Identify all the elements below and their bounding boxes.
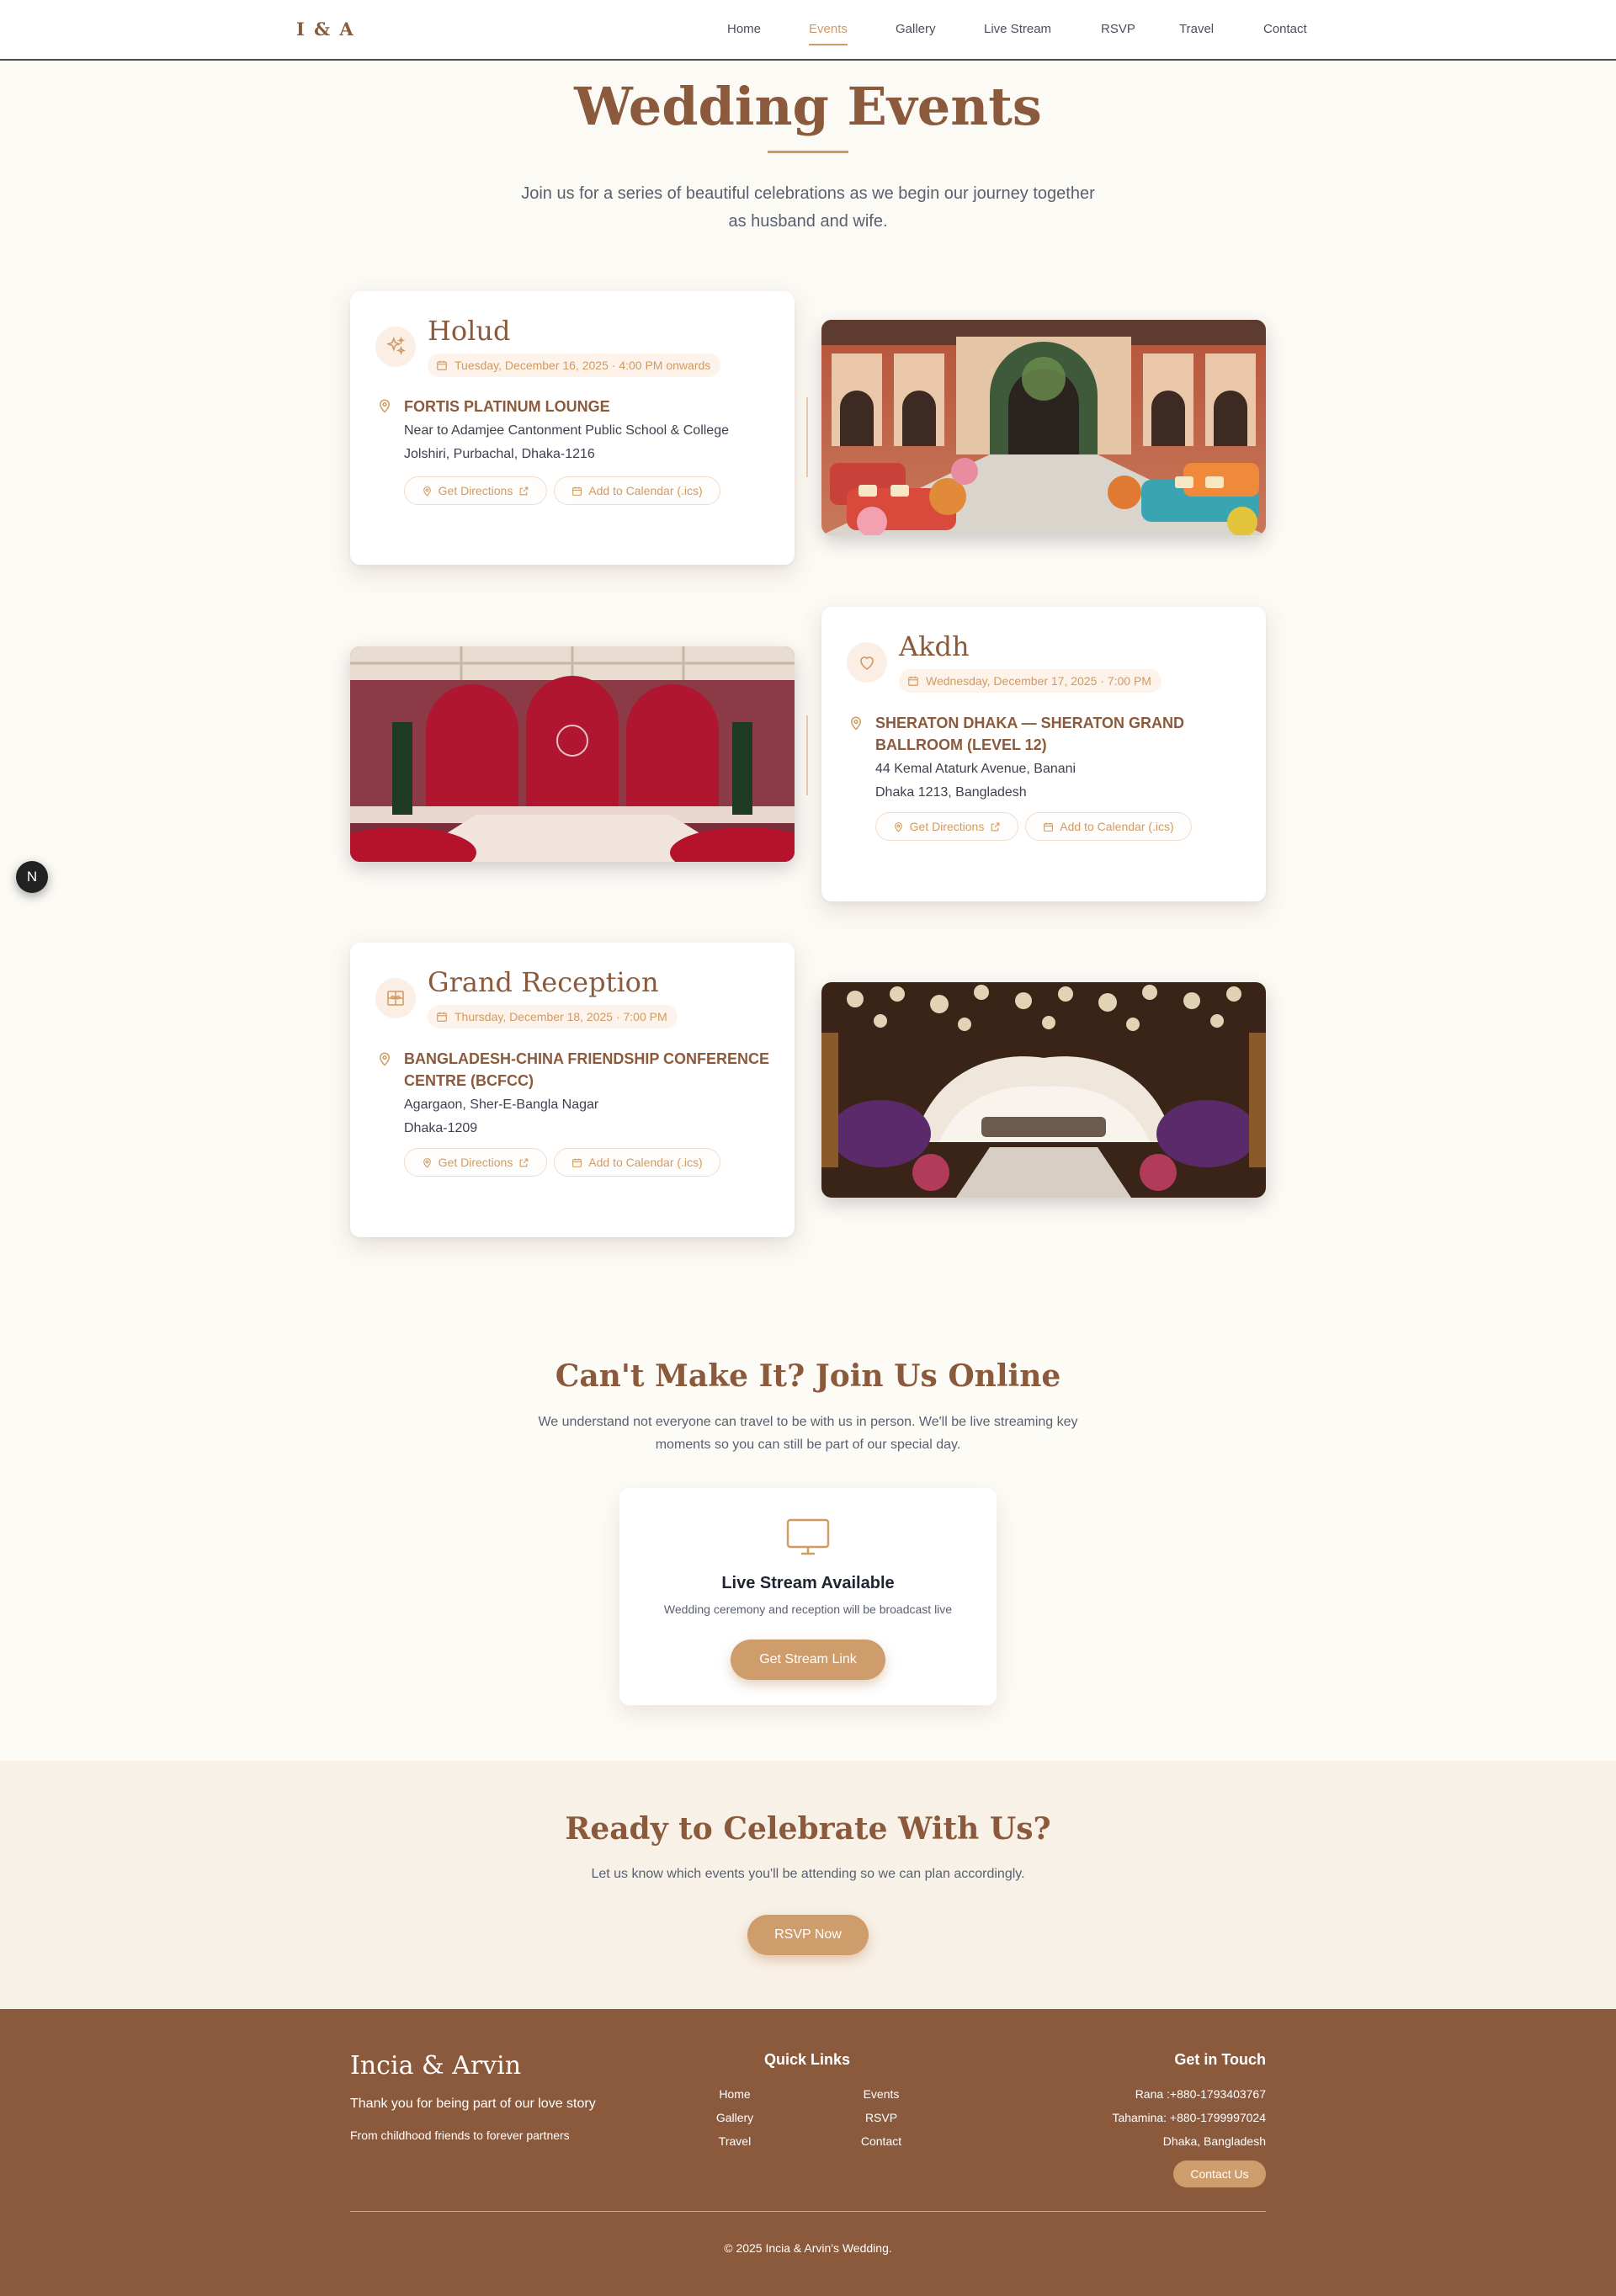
footer-tagline: Thank you for being part of our love sto… xyxy=(350,2097,596,2111)
quick-links-title: Quick Links xyxy=(764,2051,851,2068)
event-address-line1: 44 Kemal Ataturk Avenue, Banani xyxy=(875,762,1076,776)
footer-tagline-secondary: From childhood friends to forever partne… xyxy=(350,2129,570,2142)
footer-link-travel[interactable]: Travel xyxy=(684,2134,785,2148)
nav-link-gallery[interactable]: Gallery xyxy=(896,22,936,36)
copyright: © 2025 Incia & Arvin's Wedding. xyxy=(724,2241,892,2255)
live-stream-section: Can't Make It? Join Us Online We underst… xyxy=(0,1291,1616,1761)
nav-link-home[interactable]: Home xyxy=(727,22,761,36)
event-date-badge: Tuesday, December 16, 2025 · 4:00 PM onw… xyxy=(428,353,721,377)
timeline-connector xyxy=(806,715,808,795)
heart-icon xyxy=(847,642,887,683)
calendar-icon xyxy=(437,1012,447,1022)
contact-title: Get in Touch xyxy=(1174,2051,1266,2068)
calendar-icon xyxy=(572,486,582,496)
event-venue: FORTIS PLATINUM LOUNGE xyxy=(404,398,610,415)
cta-title: Ready to Celebrate With Us? xyxy=(565,1811,1051,1847)
get-directions-button[interactable]: Get Directions xyxy=(875,812,1018,841)
calendar-icon xyxy=(437,360,447,370)
get-stream-link-button[interactable]: Get Stream Link xyxy=(731,1640,885,1680)
rsvp-now-button[interactable]: RSVP Now xyxy=(747,1915,869,1955)
event-date-badge: Thursday, December 18, 2025 · 7:00 PM xyxy=(428,1005,678,1028)
floating-dev-badge[interactable]: N xyxy=(16,861,48,893)
event-venue: BANGLADESH-CHINA FRIENDSHIP CONFERENCE C… xyxy=(404,1050,770,1089)
nav-link-events[interactable]: Events xyxy=(809,22,848,45)
get-directions-button[interactable]: Get Directions xyxy=(404,476,547,505)
sparkles-icon xyxy=(375,327,416,367)
event-card-akdh: Akdh Wednesday, December 17, 2025 · 7:00… xyxy=(821,607,1266,901)
event-card-grand-reception: Grand Reception Thursday, December 18, 2… xyxy=(350,943,795,1237)
add-to-calendar-button[interactable]: Add to Calendar (.ics) xyxy=(554,1148,720,1177)
active-nav-underline xyxy=(809,44,848,45)
footer-link-contact[interactable]: Contact xyxy=(831,2134,932,2148)
event-address-line1: Near to Adamjee Cantonment Public School… xyxy=(404,423,729,438)
event-address-line2: Jolshiri, Purbachal, Dhaka-1216 xyxy=(404,447,595,461)
contact-phone-tahamina[interactable]: Tahamina: +880-1799997024 xyxy=(1112,2111,1266,2124)
calendar-icon xyxy=(908,676,918,686)
map-pin-icon xyxy=(894,821,902,832)
event-address-line1: Agargaon, Sher-E-Bangla Nagar xyxy=(404,1098,599,1112)
contact-phone-rana[interactable]: Rana :+880-1793403767 xyxy=(1135,2087,1266,2101)
live-stream-card: Live Stream Available Wedding ceremony a… xyxy=(619,1488,997,1705)
live-card-subtitle: Wedding ceremony and reception will be b… xyxy=(663,1602,953,1616)
footer-brand: Incia & Arvin xyxy=(350,2051,522,2081)
external-link-icon xyxy=(519,1158,529,1167)
nav-link-live-stream[interactable]: Live Stream xyxy=(984,22,1051,36)
holud-venue-photo xyxy=(821,320,1266,535)
map-pin-icon xyxy=(423,1157,431,1168)
contact-us-button[interactable]: Contact Us xyxy=(1173,2160,1266,2187)
gift-icon xyxy=(375,978,416,1018)
akdh-venue-photo xyxy=(350,646,795,862)
rsvp-cta-section: Ready to Celebrate With Us? Let us know … xyxy=(0,1761,1616,2009)
cta-subtitle: Let us know which events you'll be atten… xyxy=(591,1867,1025,1881)
event-address-line2: Dhaka-1209 xyxy=(404,1121,478,1135)
footer-link-events[interactable]: Events xyxy=(831,2087,932,2101)
calendar-icon xyxy=(572,1158,582,1167)
event-venue: SHERATON DHAKA — SHERATON GRAND BALLROOM… xyxy=(875,715,1185,753)
footer-divider xyxy=(350,2211,1266,2212)
event-date-badge: Wednesday, December 17, 2025 · 7:00 PM xyxy=(899,669,1162,693)
title-divider xyxy=(768,151,848,153)
footer-link-home[interactable]: Home xyxy=(684,2087,785,2101)
live-section-subtitle: We understand not everyone can travel to… xyxy=(538,1415,1078,1452)
event-date: Tuesday, December 16, 2025 · 4:00 PM onw… xyxy=(454,359,711,372)
add-to-calendar-button[interactable]: Add to Calendar (.ics) xyxy=(1025,812,1192,841)
site-logo[interactable]: I & A xyxy=(296,19,355,40)
external-link-icon xyxy=(519,486,529,495)
event-address-line2: Dhaka 1213, Bangladesh xyxy=(875,785,1027,800)
contact-location: Dhaka, Bangladesh xyxy=(1162,2134,1266,2148)
get-directions-button[interactable]: Get Directions xyxy=(404,1148,547,1177)
map-pin-icon xyxy=(423,486,431,497)
add-to-calendar-button[interactable]: Add to Calendar (.ics) xyxy=(554,476,720,505)
map-pin-icon xyxy=(379,1052,391,1066)
event-card-holud: Holud Tuesday, December 16, 2025 · 4:00 … xyxy=(350,291,795,565)
event-title: Holud xyxy=(428,315,511,347)
live-section-title: Can't Make It? Join Us Online xyxy=(555,1358,1061,1394)
event-title: Akdh xyxy=(899,630,970,662)
page-title: Wedding Events xyxy=(574,76,1042,137)
external-link-icon xyxy=(991,822,1000,831)
event-title: Grand Reception xyxy=(428,966,659,998)
map-pin-icon xyxy=(850,716,862,731)
top-navigation: I & A Home Events Gallery Live Stream RS… xyxy=(0,0,1616,61)
timeline-connector xyxy=(806,397,808,477)
event-date: Wednesday, December 17, 2025 · 7:00 PM xyxy=(926,674,1151,688)
monitor-icon xyxy=(786,1518,830,1555)
nav-link-rsvp[interactable]: RSVP xyxy=(1101,22,1135,36)
footer: Incia & Arvin Thank you for being part o… xyxy=(0,2009,1616,2296)
nav-link-travel[interactable]: Travel xyxy=(1179,22,1214,36)
nav-link-contact[interactable]: Contact xyxy=(1263,22,1307,36)
reception-venue-photo xyxy=(821,982,1266,1198)
page-subtitle: Join us for a series of beautiful celebr… xyxy=(521,184,1095,231)
map-pin-icon xyxy=(379,399,391,413)
footer-link-rsvp[interactable]: RSVP xyxy=(831,2111,932,2124)
calendar-icon xyxy=(1044,822,1054,832)
live-card-title: Live Stream Available xyxy=(721,1574,895,1592)
event-date: Thursday, December 18, 2025 · 7:00 PM xyxy=(454,1010,667,1023)
footer-link-gallery[interactable]: Gallery xyxy=(684,2111,785,2124)
